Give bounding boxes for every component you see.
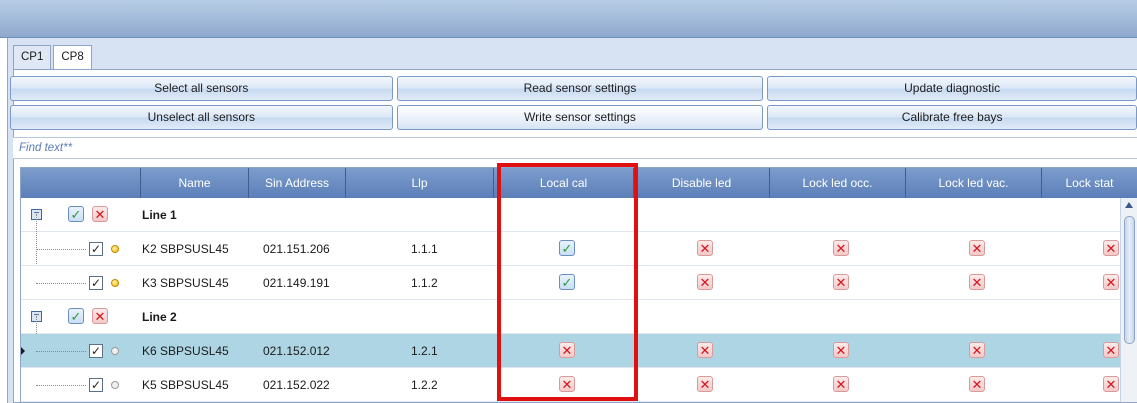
lock-stat-cross-icon[interactable]: ✕ (1103, 274, 1119, 290)
scroll-thumb[interactable] (1124, 216, 1135, 344)
row-checkbox[interactable]: ✓ (89, 276, 103, 290)
find-text-input[interactable] (13, 138, 1137, 158)
sin-address: 021.152.012 (263, 344, 330, 358)
llp: 1.2.1 (411, 344, 438, 358)
lock-led-vac-cross-icon[interactable]: ✕ (969, 274, 985, 290)
local-cal-check-icon[interactable]: ✓ (559, 274, 575, 290)
header-disable-led[interactable]: Disable led (634, 168, 770, 198)
status-led-icon (111, 245, 119, 253)
cross-icon[interactable]: ✕ (92, 308, 108, 324)
table-row-selected[interactable]: ✓ K6 SBPSUSL45 021.152.012 1.2.1 ✕ ✕ ✕ ✕… (21, 334, 1121, 368)
local-cal-cross-icon[interactable]: ✕ (559, 342, 575, 358)
tab-strip: CP1 CP8 (13, 45, 94, 70)
action-row-2: Unselect all sensors Write sensor settin… (10, 105, 1137, 130)
group-label: Line 2 (142, 310, 177, 324)
lock-led-vac-cross-icon[interactable]: ✕ (969, 376, 985, 392)
tab-cp1[interactable]: CP1 (13, 45, 52, 69)
lock-led-occ-cross-icon[interactable]: ✕ (833, 274, 849, 290)
disable-led-cross-icon[interactable]: ✕ (697, 376, 713, 392)
lock-stat-cross-icon[interactable]: ✕ (1103, 376, 1119, 392)
sensor-name: K3 SBPSUSL45 (142, 276, 229, 290)
sensor-grid: Name Sin Address Llp Local cal Disable l… (20, 167, 1137, 403)
group-row-line-1[interactable]: − ✓ ✕ Line 1 (21, 198, 1121, 232)
action-row-1: Select all sensors Read sensor settings … (10, 76, 1137, 101)
grid-header: Name Sin Address Llp Local cal Disable l… (21, 168, 1137, 198)
table-row[interactable]: ✓ K5 SBPSUSL45 021.152.022 1.2.2 ✕ ✕ ✕ ✕… (21, 368, 1121, 402)
header-lock-led-vac[interactable]: Lock led vac. (906, 168, 1042, 198)
disable-led-cross-icon[interactable]: ✕ (697, 240, 713, 256)
header-lock-stat[interactable]: Lock stat (1042, 168, 1137, 198)
row-checkbox[interactable]: ✓ (89, 242, 103, 256)
tree-line (36, 249, 86, 250)
sin-address: 021.149.191 (263, 276, 330, 290)
llp: 1.1.1 (411, 242, 438, 256)
header-local-cal[interactable]: Local cal (494, 168, 634, 198)
tree-line (36, 283, 86, 284)
status-led-icon (111, 279, 119, 287)
lock-led-vac-cross-icon[interactable]: ✕ (969, 240, 985, 256)
sensor-name: K6 SBPSUSL45 (142, 344, 229, 358)
disable-led-cross-icon[interactable]: ✕ (697, 342, 713, 358)
read-sensor-settings-button[interactable]: Read sensor settings (396, 76, 764, 101)
group-label: Line 1 (142, 208, 177, 222)
row-checkbox[interactable]: ✓ (89, 344, 103, 358)
table-row[interactable]: ✓ K2 SBPSUSL45 021.151.206 1.1.1 ✓ ✕ ✕ ✕… (21, 232, 1121, 266)
local-cal-cross-icon[interactable]: ✕ (559, 376, 575, 392)
table-row[interactable]: ✓ K3 SBPSUSL45 021.149.191 1.1.2 ✓ ✕ ✕ ✕… (21, 266, 1121, 300)
llp: 1.2.2 (411, 378, 438, 392)
vertical-scrollbar[interactable] (1120, 198, 1137, 402)
unselect-all-sensors-button[interactable]: Unselect all sensors (10, 105, 393, 130)
lock-led-vac-cross-icon[interactable]: ✕ (969, 342, 985, 358)
calibrate-free-bays-button[interactable]: Calibrate free bays (767, 105, 1137, 130)
lock-stat-cross-icon[interactable]: ✕ (1103, 342, 1119, 358)
lock-led-occ-cross-icon[interactable]: ✕ (833, 342, 849, 358)
write-sensor-settings-button[interactable]: Write sensor settings (396, 105, 764, 130)
tree-line (36, 385, 86, 386)
status-led-icon (111, 347, 119, 355)
row-checkbox[interactable]: ✓ (89, 378, 103, 392)
update-diagnostic-button[interactable]: Update diagnostic (767, 76, 1137, 101)
sensor-name: K5 SBPSUSL45 (142, 378, 229, 392)
group-row-line-2[interactable]: − ✓ ✕ Line 2 (21, 300, 1121, 334)
find-text-bar (13, 137, 1137, 159)
window-titlebar (0, 0, 1137, 38)
local-cal-check-icon[interactable]: ✓ (559, 240, 575, 256)
scroll-up-icon[interactable] (1125, 202, 1133, 208)
sin-address: 021.152.022 (263, 378, 330, 392)
cross-icon[interactable]: ✕ (92, 206, 108, 222)
check-icon[interactable]: ✓ (68, 308, 84, 324)
lock-led-occ-cross-icon[interactable]: ✕ (833, 240, 849, 256)
lock-stat-cross-icon[interactable]: ✕ (1103, 240, 1119, 256)
current-row-indicator-icon (21, 347, 25, 355)
disable-led-cross-icon[interactable]: ✕ (697, 274, 713, 290)
sensor-name: K2 SBPSUSL45 (142, 242, 229, 256)
header-sin-address[interactable]: Sin Address (249, 168, 346, 198)
tab-cp8[interactable]: CP8 (53, 45, 92, 70)
select-all-sensors-button[interactable]: Select all sensors (10, 76, 393, 101)
header-name[interactable]: Name (141, 168, 249, 198)
header-llp[interactable]: Llp (346, 168, 494, 198)
header-lock-led-occ[interactable]: Lock led occ. (770, 168, 906, 198)
header-tree-spacer (21, 168, 141, 198)
llp: 1.1.2 (411, 276, 438, 290)
check-icon[interactable]: ✓ (68, 206, 84, 222)
lock-led-occ-cross-icon[interactable]: ✕ (833, 376, 849, 392)
tree-line (36, 351, 86, 352)
sin-address: 021.151.206 (263, 242, 330, 256)
status-led-icon (111, 381, 119, 389)
